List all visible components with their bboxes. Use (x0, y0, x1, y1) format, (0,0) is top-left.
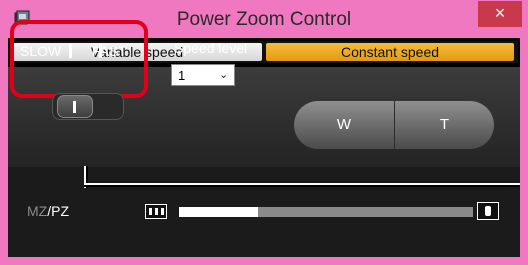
speed-level-value: 1 (178, 68, 186, 83)
power-zoom-window: Power Zoom Control × Variable speed Cons… (0, 0, 528, 265)
zoom-tele-button[interactable]: T (394, 101, 494, 149)
slow-tick-mark (69, 44, 72, 58)
zoom-position-fill (179, 207, 259, 217)
speed-switch-highlight (10, 20, 148, 98)
fast-label: FAST (92, 43, 128, 59)
tab-constant-speed[interactable]: Constant speed (266, 43, 514, 61)
zoom-position-bar (179, 207, 473, 217)
close-button[interactable]: × (478, 1, 522, 27)
zoom-wide-button[interactable]: W (294, 101, 394, 149)
mode-mz: MZ (27, 203, 48, 219)
speed-level-label: Speed level (174, 40, 248, 56)
speed-toggle-switch[interactable] (52, 93, 124, 120)
wide-zoom-icon (145, 204, 167, 219)
zoom-button-group: W T (294, 101, 494, 149)
slow-label: SLOW (20, 43, 62, 59)
switch-knob[interactable] (57, 95, 93, 118)
mode-pz: PZ (51, 203, 69, 219)
callout-line-horizontal (84, 183, 520, 187)
zoom-mode-indicator: MZ/PZ (27, 203, 69, 219)
tele-zoom-icon (477, 202, 499, 220)
speed-level-select[interactable]: 1 ⌄ (171, 64, 235, 86)
chevron-down-icon: ⌄ (219, 69, 229, 81)
